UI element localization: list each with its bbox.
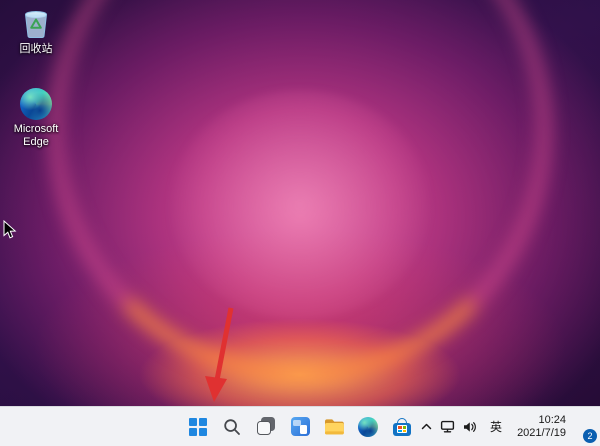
start-button[interactable] — [183, 412, 213, 442]
date-text: 2021/7/19 — [517, 427, 566, 440]
recycle-bin-label: 回收站 — [20, 43, 53, 56]
task-view-icon — [257, 417, 276, 436]
search-icon — [223, 418, 241, 436]
desktop-wallpaper[interactable] — [0, 0, 600, 446]
system-tray: 英 10:24 2021/7/19 — [417, 407, 600, 446]
store-button[interactable] — [387, 412, 417, 442]
chevron-up-icon — [421, 423, 432, 430]
taskbar-center-group — [183, 407, 417, 446]
desktop-icon-recycle-bin[interactable]: 回收站 — [3, 6, 69, 56]
widgets-button[interactable] — [285, 412, 315, 442]
hidden-icons-button[interactable] — [417, 412, 436, 442]
file-explorer-button[interactable] — [319, 412, 349, 442]
search-button[interactable] — [217, 412, 247, 442]
speaker-icon — [463, 421, 477, 433]
ime-label: 英 — [485, 418, 507, 435]
clock[interactable]: 10:24 2021/7/19 — [511, 411, 572, 443]
windows-11-desktop: 回收站 Microsoft Edge — [0, 0, 600, 446]
taskbar: 英 10:24 2021/7/19 2 — [0, 406, 600, 446]
task-view-button[interactable] — [251, 412, 281, 442]
ime-indicator[interactable]: 英 — [481, 412, 511, 442]
desktop-icon-edge[interactable]: Microsoft Edge — [3, 88, 69, 149]
windows-logo-icon — [189, 418, 207, 436]
wallpaper-bloom-core — [170, 90, 430, 320]
edge-taskbar-button[interactable] — [353, 412, 383, 442]
edge-label: Microsoft Edge — [3, 123, 69, 149]
folder-icon — [324, 418, 345, 436]
network-icon — [440, 420, 455, 433]
edge-icon — [358, 417, 378, 437]
store-icon — [393, 423, 411, 436]
time-text: 10:24 — [538, 414, 566, 427]
volume-button[interactable] — [459, 412, 481, 442]
edge-icon — [20, 88, 52, 120]
notification-badge[interactable]: 2 — [583, 429, 597, 443]
recycle-bin-icon — [19, 6, 53, 40]
network-button[interactable] — [436, 412, 459, 442]
widgets-icon — [291, 417, 310, 436]
